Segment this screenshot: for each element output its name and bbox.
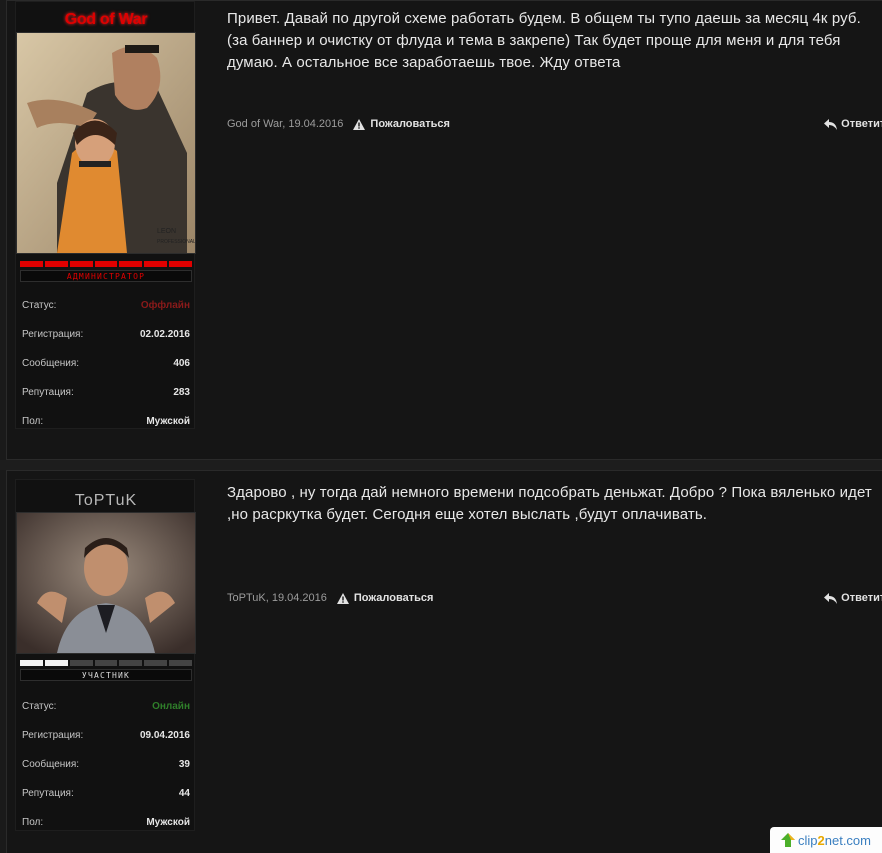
stat-reputation: Репутация: 283 — [22, 387, 190, 398]
username-link[interactable]: ToPTuK — [16, 492, 196, 510]
warning-icon — [353, 118, 366, 130]
avatar-image-man — [17, 513, 195, 653]
rank-segment — [94, 660, 118, 666]
status-value: Оффлайн — [140, 300, 190, 311]
rank-segment — [169, 261, 193, 267]
clip2net-watermark: clip 2 net.com — [770, 827, 882, 853]
rank-badge: УЧАСТНИК — [20, 669, 192, 681]
warning-icon — [336, 592, 349, 604]
rank-segment — [169, 660, 193, 666]
avatar[interactable] — [16, 512, 196, 654]
post-message: Привет. Давай по другой схеме работать б… — [227, 10, 861, 71]
rank-segment — [20, 261, 43, 267]
user-stats: Статус: Онлайн Регистрация: 09.04.2016 Соо… — [16, 692, 196, 837]
rank-segment — [44, 261, 68, 267]
user-info-panel: God of War LEON PROFESSIONAL АДМИНИСТРАТ… — [15, 1, 196, 429]
post-author-date[interactable]: ToPTuK, 19.04.2016 — [227, 592, 327, 604]
stat-status: Статус: Оффлайн — [16, 291, 196, 320]
post-2: ToPTuK УЧАСТНИК Статус: Онлайн Регистрац… — [6, 470, 882, 853]
clip2net-logo-icon — [781, 833, 795, 847]
rank-segment — [69, 660, 93, 666]
post-1: God of War LEON PROFESSIONAL АДМИНИСТРАТ… — [6, 0, 882, 460]
stat-reputation: Репутация: 44 — [22, 788, 190, 799]
rank-progress-bar — [20, 261, 193, 267]
stat-gender: Пол: Мужской — [22, 817, 190, 828]
user-info-panel: ToPTuK УЧАСТНИК Статус: Онлайн Регистрац… — [15, 479, 196, 831]
status-value: Онлайн — [152, 701, 190, 712]
svg-text:PROFESSIONAL: PROFESSIONAL — [157, 239, 195, 245]
report-button[interactable]: Пожаловаться — [353, 118, 450, 130]
reply-button[interactable]: Ответить — [824, 592, 882, 604]
reply-button[interactable]: Ответить — [824, 118, 882, 130]
post-separator — [0, 460, 882, 470]
report-button[interactable]: Пожаловаться — [336, 592, 433, 604]
stat-gender: Пол: Мужской — [22, 416, 190, 427]
rank-segment — [144, 261, 168, 267]
rank-segment — [20, 660, 43, 666]
post-meta: ToPTuK, 19.04.2016 Пожаловаться — [227, 592, 433, 604]
rank-segment — [119, 660, 143, 666]
rank-badge: АДМИНИСТРАТОР — [20, 270, 192, 282]
stat-registration: Регистрация: 02.02.2016 — [22, 329, 190, 340]
reply-arrow-icon — [824, 592, 838, 604]
stat-registration: Регистрация: 09.04.2016 — [22, 730, 190, 741]
post-meta: God of War, 19.04.2016 Пожаловаться — [227, 118, 450, 130]
rank-progress-bar — [20, 660, 193, 666]
stat-messages: Сообщения: 406 — [22, 358, 190, 369]
svg-text:LEON: LEON — [157, 228, 176, 235]
avatar[interactable]: LEON PROFESSIONAL — [16, 32, 196, 254]
stat-status: Статус: Онлайн — [16, 692, 196, 721]
post-message: Здарово , ну тогда дай немного времени п… — [227, 484, 872, 523]
username-link[interactable]: God of War — [16, 11, 196, 29]
user-stats: Статус: Оффлайн Регистрация: 02.02.2016 Со… — [16, 291, 196, 436]
rank-segment — [69, 261, 93, 267]
stat-messages: Сообщения: 39 — [22, 759, 190, 770]
rank-segment — [144, 660, 168, 666]
rank-segment — [44, 660, 68, 666]
reply-arrow-icon — [824, 118, 838, 130]
rank-segment — [94, 261, 118, 267]
rank-segment — [119, 261, 143, 267]
avatar-image-leon: LEON PROFESSIONAL — [17, 33, 195, 253]
post-author-date[interactable]: God of War, 19.04.2016 — [227, 118, 343, 130]
